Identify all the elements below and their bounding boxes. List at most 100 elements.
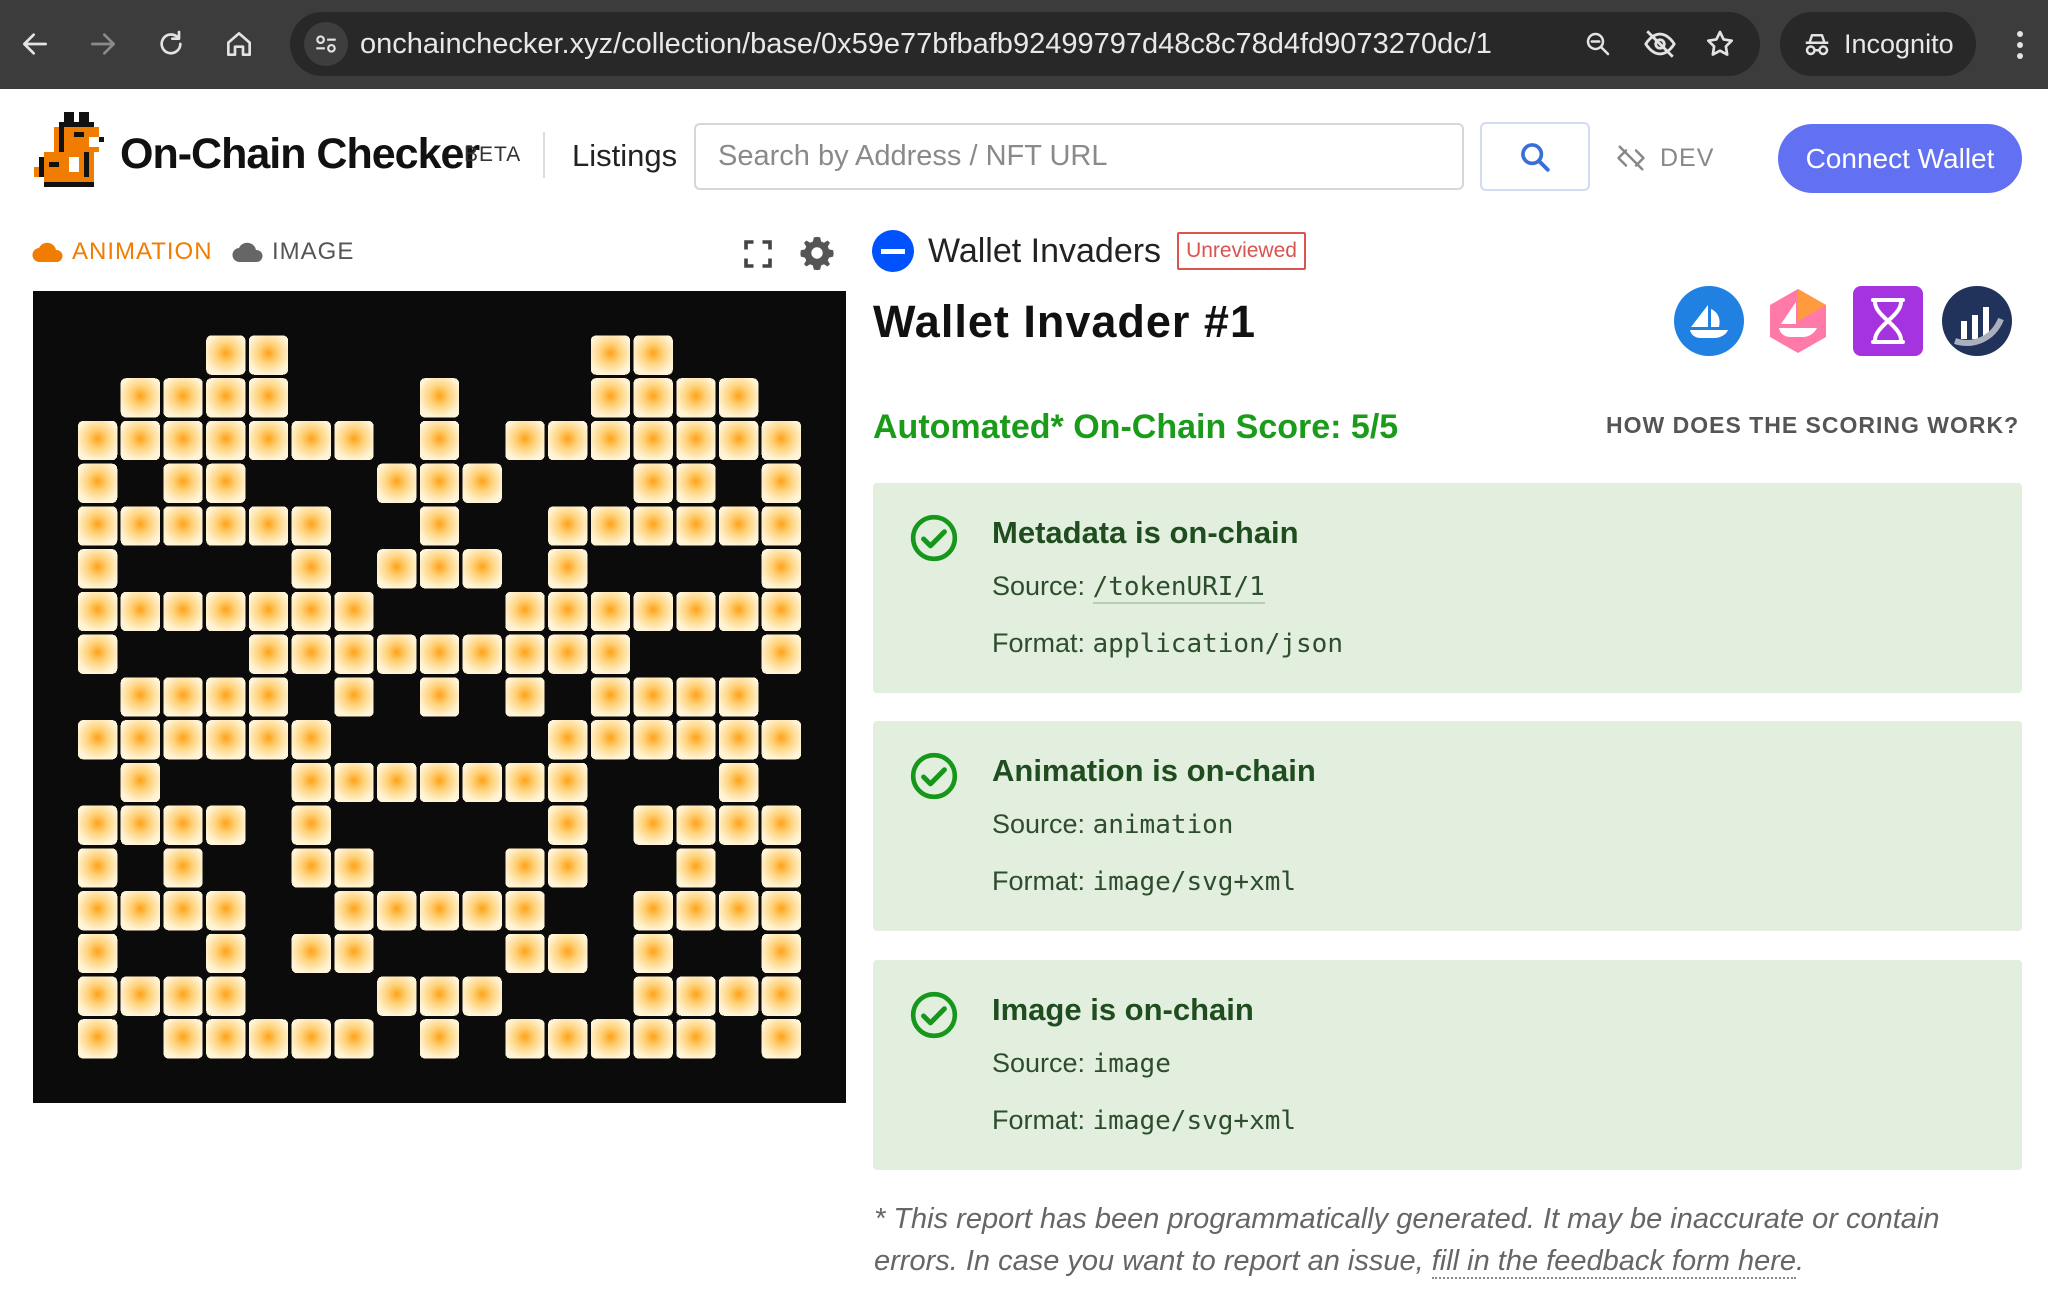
site-info-icon[interactable] (304, 22, 348, 66)
check-circle-icon (910, 752, 958, 800)
artwork-cell (633, 805, 673, 845)
source-value: animation (1092, 810, 1234, 840)
incognito-indicator[interactable]: Incognito (1780, 12, 1976, 76)
artwork-cell (761, 720, 802, 760)
dev-toggle[interactable]: DEV (1616, 143, 1714, 173)
code-off-icon (1617, 145, 1645, 171)
tab-animation[interactable]: ANIMATION (32, 238, 213, 266)
artwork-cell (120, 805, 161, 845)
element-icon[interactable] (1853, 286, 1923, 356)
artwork-cell (548, 420, 588, 461)
star-icon[interactable] (1702, 26, 1738, 62)
artwork-cell (163, 677, 203, 717)
artwork-cell (548, 805, 588, 845)
artwork-cell (676, 1019, 716, 1059)
check-format: Format: application/json (992, 628, 1343, 659)
artwork-cell (548, 762, 588, 803)
reload-button[interactable] (148, 21, 194, 67)
artwork-cell (77, 976, 118, 1016)
check-card-image: Image is on-chain Source: image Format: … (873, 960, 2022, 1170)
eye-off-icon[interactable] (1642, 26, 1678, 62)
artwork-cell (120, 891, 161, 931)
status-badge: Unreviewed (1177, 232, 1306, 270)
source-link[interactable]: /tokenURI/1 (1092, 572, 1265, 604)
artwork-cell (548, 1019, 588, 1059)
artwork-cell (676, 976, 716, 1016)
tab-image[interactable]: IMAGE (232, 238, 354, 266)
artwork-cell (206, 506, 246, 546)
tab-image-label: IMAGE (272, 238, 355, 265)
artwork-cell (163, 463, 203, 503)
artwork-cell (377, 762, 417, 803)
artwork-cell (548, 634, 588, 674)
home-button[interactable] (216, 21, 262, 67)
artwork-cell (419, 463, 460, 503)
search-icon (1521, 142, 1550, 172)
forward-button[interactable] (80, 21, 126, 67)
incognito-label: Incognito (1844, 28, 1954, 59)
invader-pattern (77, 335, 802, 1059)
etherscan-icon[interactable] (1942, 286, 2012, 356)
artwork-cell (505, 848, 545, 888)
nft-artwork (33, 291, 846, 1103)
scoring-info-link[interactable]: HOW DOES THE SCORING WORK? (1606, 412, 2019, 439)
artwork-cell (163, 891, 203, 931)
gear-icon[interactable] (798, 234, 836, 272)
artwork-cell (163, 720, 203, 760)
artwork-cell (548, 933, 588, 974)
artwork-cell (548, 720, 588, 760)
fullscreen-icon[interactable] (740, 236, 776, 272)
tab-animation-label: ANIMATION (72, 238, 213, 265)
artwork-cell (505, 891, 545, 931)
artwork-cell (718, 506, 759, 546)
artwork-cell (77, 720, 118, 760)
artwork-cell (590, 677, 631, 717)
artwork-cell (633, 933, 673, 974)
artwork-cell (377, 549, 417, 589)
browser-menu-button[interactable] (2000, 22, 2040, 68)
artwork-cell (120, 976, 161, 1016)
artwork-cell (206, 805, 246, 845)
artwork-cell (163, 976, 203, 1016)
brand-name[interactable]: On-Chain Checker (120, 130, 480, 179)
artwork-cell (206, 891, 246, 931)
zoom-icon[interactable] (1580, 26, 1616, 62)
feedback-link[interactable]: fill in the feedback form here (1431, 1245, 1797, 1279)
beta-label: BETA (464, 143, 522, 166)
artwork-cell (505, 634, 545, 674)
artwork-cell (206, 976, 246, 1016)
artwork-cell (291, 591, 331, 632)
artwork-cell (718, 891, 759, 931)
search-button[interactable] (1480, 122, 1590, 191)
artwork-cell (77, 463, 118, 503)
artwork-cell (676, 506, 716, 546)
fox-logo-icon[interactable] (34, 112, 104, 192)
artwork-cell (676, 463, 716, 503)
dev-label: DEV (1660, 143, 1715, 172)
source-value: image (1092, 1049, 1171, 1079)
artwork-cell (419, 634, 460, 674)
back-button[interactable] (12, 21, 58, 67)
address-bar[interactable]: onchainchecker.xyz/collection/base/0x59e… (290, 12, 1760, 76)
artwork-cell (163, 848, 203, 888)
artwork-cell (419, 506, 460, 546)
check-title: Image is on-chain (992, 992, 1254, 1027)
search-input[interactable] (694, 123, 1464, 190)
artwork-cell (291, 549, 331, 589)
kebab-menu-icon (2017, 31, 2023, 59)
check-title: Animation is on-chain (992, 753, 1316, 788)
artwork-cell (206, 591, 246, 632)
format-value: image/svg+xml (1092, 867, 1297, 897)
opensea-icon[interactable] (1674, 286, 1744, 356)
connect-wallet-button[interactable]: Connect Wallet (1778, 124, 2022, 193)
cloud-icon (232, 242, 263, 263)
listings-link[interactable]: Listings (572, 138, 677, 174)
artwork-cell (377, 463, 417, 503)
artwork-cell (77, 805, 118, 845)
url-text[interactable]: onchainchecker.xyz/collection/base/0x59e… (360, 28, 1492, 61)
looksrare-icon[interactable] (1763, 286, 1833, 356)
collection-name[interactable]: Wallet Invaders (928, 232, 1161, 271)
artwork-cell (419, 549, 460, 589)
artwork-cell (718, 762, 759, 803)
artwork-cell (248, 720, 289, 760)
